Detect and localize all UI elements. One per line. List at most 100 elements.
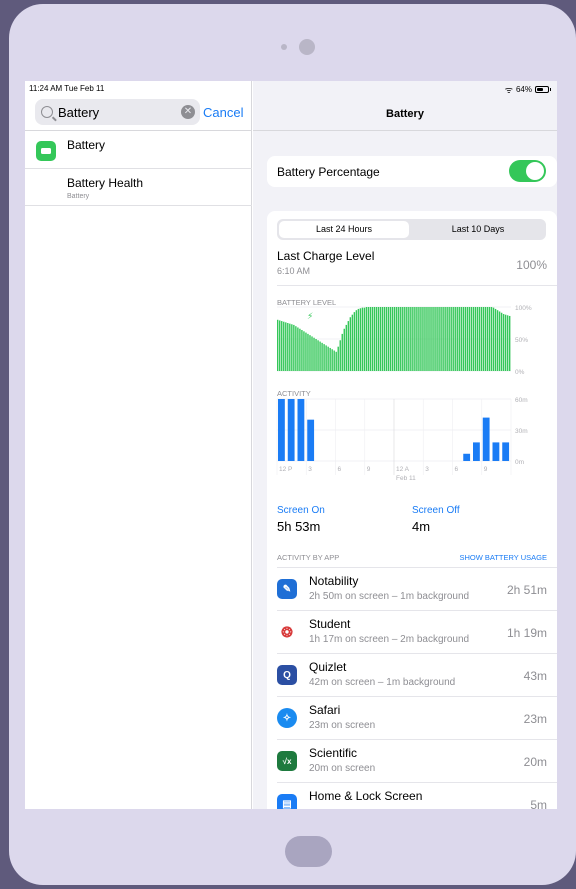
screen-off-value: 4m bbox=[412, 519, 431, 534]
activity-x-tick: 9 bbox=[367, 466, 371, 473]
search-query[interactable]: Battery bbox=[58, 105, 181, 120]
battery-bar bbox=[500, 312, 503, 371]
search-bar: Battery ✕ Cancel bbox=[25, 95, 252, 131]
battery-bar bbox=[448, 307, 450, 371]
battery-bar bbox=[504, 314, 507, 371]
battery-bar bbox=[466, 307, 469, 371]
battery-bar bbox=[345, 324, 347, 371]
battery-bar bbox=[428, 307, 430, 371]
front-camera bbox=[299, 39, 315, 55]
battery-bar bbox=[412, 307, 414, 371]
battery-bar bbox=[331, 349, 333, 371]
battery-bar bbox=[482, 307, 485, 371]
battery-bar bbox=[462, 307, 464, 371]
battery-bar bbox=[351, 314, 354, 371]
battery-bar bbox=[363, 307, 366, 371]
battery-usage-card: Last 24 Hours Last 10 Days Last Charge L… bbox=[267, 211, 557, 809]
battery-bar bbox=[373, 307, 376, 371]
battery-status-icon bbox=[535, 86, 551, 93]
search-result-battery-health[interactable]: Battery Health Battery bbox=[25, 169, 252, 206]
battery-bar bbox=[333, 350, 335, 371]
app-row-notability[interactable]: ✎ Notability 2h 50m on screen – 1m backg… bbox=[267, 567, 557, 610]
battery-bar bbox=[480, 307, 483, 371]
app-row-quizlet[interactable]: Q Quizlet 42m on screen – 1m background … bbox=[267, 653, 557, 696]
app-time: 5m bbox=[530, 798, 547, 809]
status-time: 11:24 AM Tue Feb 11 bbox=[29, 84, 105, 93]
battery-bar bbox=[353, 312, 356, 371]
battery-bar bbox=[396, 307, 398, 371]
app-row-scientific[interactable]: √x Scientific 20m on screen 20m bbox=[267, 739, 557, 782]
activity-y-tick: 0m bbox=[515, 459, 524, 466]
battery-bar bbox=[496, 310, 499, 371]
battery-bar bbox=[335, 351, 337, 371]
search-result-battery[interactable]: Battery bbox=[25, 131, 252, 169]
battery-bar bbox=[432, 307, 434, 371]
battery-bar bbox=[285, 322, 287, 371]
battery-bar bbox=[317, 340, 319, 371]
activity-bar bbox=[287, 399, 295, 461]
battery-bar bbox=[452, 307, 454, 371]
battery-bar bbox=[492, 307, 495, 371]
battery-bar bbox=[490, 307, 493, 371]
battery-bar bbox=[377, 307, 380, 371]
activity-date-label: Feb 11 bbox=[396, 475, 416, 482]
battery-bar bbox=[444, 307, 446, 371]
app-time: 1h 19m bbox=[506, 626, 547, 640]
battery-bar bbox=[299, 328, 301, 371]
activity-x-tick: 6 bbox=[338, 466, 342, 473]
wifi-icon: ᯤ bbox=[504, 85, 513, 95]
battery-bar bbox=[494, 308, 497, 371]
result-title: Battery Health bbox=[67, 176, 144, 190]
screen-on-value: 5h 53m bbox=[277, 519, 321, 534]
battery-bar bbox=[398, 307, 400, 371]
app-row-home-lock-screen[interactable]: ▤ Home & Lock Screen 5m bbox=[267, 782, 557, 809]
safari-icon: ✧ bbox=[277, 708, 297, 728]
battery-y-tick: 0% bbox=[515, 369, 525, 376]
battery-bar bbox=[313, 337, 315, 371]
battery-bar bbox=[472, 307, 475, 371]
app-row-student[interactable]: ❂ Student 1h 17m on screen – 2m backgrou… bbox=[267, 610, 557, 653]
search-input[interactable]: Battery ✕ bbox=[35, 99, 200, 125]
activity-x-tick: 3 bbox=[308, 466, 312, 473]
battery-bar bbox=[416, 307, 418, 371]
activity-x-tick: 12 A bbox=[396, 466, 410, 473]
result-subtitle: Battery bbox=[67, 193, 90, 200]
battery-bar bbox=[442, 307, 444, 371]
battery-y-tick: 100% bbox=[515, 305, 532, 312]
battery-y-tick: 50% bbox=[515, 337, 528, 344]
page-title: Battery bbox=[386, 108, 424, 120]
battery-bar bbox=[371, 307, 374, 371]
clear-icon[interactable]: ✕ bbox=[181, 105, 195, 119]
battery-bar bbox=[404, 307, 406, 371]
battery-bar bbox=[418, 307, 420, 371]
app-detail: 23m on screen bbox=[309, 720, 376, 731]
battery-bar bbox=[422, 307, 424, 371]
battery-bar bbox=[339, 340, 341, 371]
battery-bar bbox=[287, 323, 289, 371]
battery-bar bbox=[410, 307, 412, 371]
battery-bar bbox=[367, 307, 370, 371]
battery-bar bbox=[309, 335, 311, 371]
battery-percentage-row: Battery Percentage bbox=[267, 156, 557, 187]
cancel-button[interactable]: Cancel bbox=[203, 105, 243, 120]
activity-x-tick: 9 bbox=[484, 466, 488, 473]
activity-bar bbox=[463, 453, 471, 461]
screen: Battery ✕ Cancel Battery Battery Health … bbox=[25, 81, 557, 809]
show-battery-usage-link[interactable]: SHOW BATTERY USAGE bbox=[459, 553, 547, 562]
app-time: 20m bbox=[523, 755, 547, 769]
activity-bar bbox=[502, 442, 510, 461]
activity-x-tick: 6 bbox=[455, 466, 459, 473]
battery-bar bbox=[293, 324, 295, 371]
battery-bar bbox=[424, 307, 426, 371]
battery-bar bbox=[389, 307, 392, 371]
battery-percentage-toggle[interactable] bbox=[509, 160, 546, 182]
battery-bar bbox=[289, 323, 291, 371]
battery-bar bbox=[337, 346, 339, 371]
app-row-safari[interactable]: ✧ Safari 23m on screen 23m bbox=[267, 696, 557, 739]
battery-bar bbox=[379, 307, 382, 371]
activity-bar bbox=[492, 442, 500, 461]
calculator-icon: √x bbox=[277, 751, 297, 771]
home-lock-icon: ▤ bbox=[277, 794, 297, 809]
charging-icon: ⚡ bbox=[307, 312, 313, 322]
home-button[interactable] bbox=[285, 836, 332, 867]
